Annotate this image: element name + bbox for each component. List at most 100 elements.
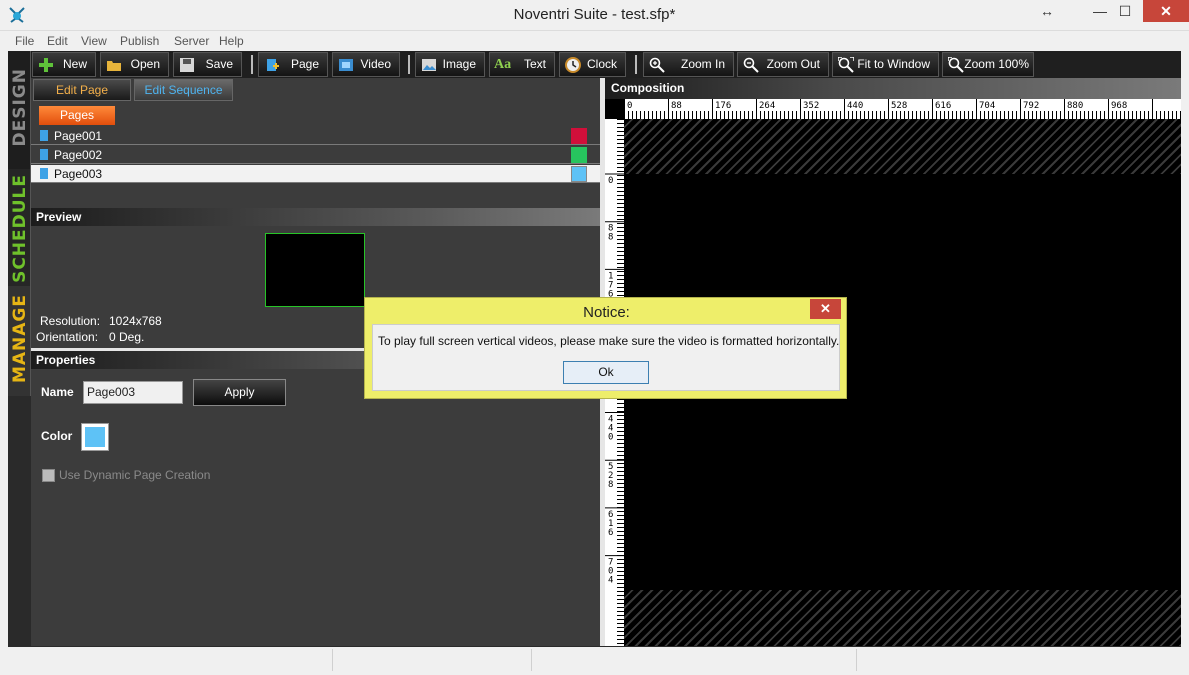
zoom-in-button[interactable]: Zoom In (643, 52, 734, 77)
page-row-page003[interactable]: Page003 (31, 165, 600, 183)
ruler-tick-label: 352 (803, 101, 819, 111)
page-name-input[interactable]: Page003 (83, 381, 183, 404)
preview-thumbnail (265, 233, 365, 307)
page-color-swatch (571, 147, 587, 163)
page-doc-icon (40, 130, 48, 141)
tab-edit-page[interactable]: Edit Page (33, 79, 131, 101)
menu-view[interactable]: View (81, 34, 107, 48)
ruler-tick-label: 8 (608, 233, 613, 243)
resize-icon[interactable]: ↔ (1030, 0, 1064, 24)
status-segment (332, 649, 333, 671)
ruler-corner (605, 99, 624, 119)
fit-to-window-button[interactable]: Fit to Window (832, 52, 939, 77)
tab-edit-sequence[interactable]: Edit Sequence (134, 79, 233, 101)
dynamic-page-checkbox[interactable] (42, 469, 55, 482)
side-tabs: DESIGN SCHEDULE MANAGE (8, 51, 31, 396)
open-button[interactable]: Open (100, 52, 169, 77)
design-tab-label: DESIGN (10, 68, 30, 147)
add-page-icon (267, 59, 279, 71)
image-icon (422, 59, 436, 71)
ruler-tick-label: 176 (715, 101, 731, 111)
schedule-tab[interactable]: SCHEDULE (8, 169, 31, 286)
menu-publish[interactable]: Publish (120, 34, 159, 48)
manage-tab[interactable]: MANAGE (8, 286, 31, 396)
ruler-tick-label: 6 (608, 528, 613, 538)
page-name: Page001 (54, 129, 103, 143)
notice-dialog: Notice: ✕ To play full screen vertical v… (364, 297, 847, 399)
design-tab[interactable]: DESIGN (8, 51, 31, 169)
status-bar (0, 647, 1189, 675)
menu-file[interactable]: File (15, 34, 34, 48)
status-segment (531, 649, 532, 671)
pages-button[interactable]: Pages (39, 106, 115, 125)
preview-header: Preview (31, 208, 600, 226)
window-title: Noventri Suite - test.sfp* (513, 6, 676, 23)
ruler-tick-label: 0 (627, 101, 632, 111)
ruler-tick-label: 792 (1023, 101, 1039, 111)
clock-icon (565, 57, 581, 73)
save-button[interactable]: Save (173, 52, 242, 77)
new-button[interactable]: New (32, 52, 96, 77)
zoom-out-icon (743, 57, 759, 73)
zoom-100-button[interactable]: Zoom 100% (942, 52, 1034, 77)
toolbar-separator (408, 55, 410, 74)
menu-bar: File Edit View Publish Server Help (0, 31, 1189, 51)
toolbar-separator (251, 55, 253, 74)
orientation-value: 0 Deg. (109, 330, 145, 344)
color-picker-button[interactable] (81, 423, 109, 451)
image-button[interactable]: Image (415, 52, 485, 77)
fit-window-icon (838, 57, 854, 73)
horizontal-ruler: 0 88 176 264 352 440 528 616 704 792 880 968 (624, 99, 1181, 119)
page-list: Page001 Page002 Page003 (31, 127, 600, 185)
zoom-out-button[interactable]: Zoom Out (737, 52, 829, 77)
dialog-close-button[interactable]: ✕ (810, 299, 841, 319)
ruler-tick-label: 704 (979, 101, 995, 111)
offcanvas-hatch-top (624, 119, 1181, 174)
film-icon (339, 59, 353, 71)
ruler-tick-label: 528 (891, 101, 907, 111)
status-segment (856, 649, 857, 671)
clock-button[interactable]: Clock (559, 52, 626, 77)
composition-header: Composition (605, 78, 1181, 99)
page-button[interactable]: Page (258, 52, 328, 77)
ruler-tick-label: 440 (847, 101, 863, 111)
page-color-swatch (571, 166, 587, 182)
dynamic-page-label: Use Dynamic Page Creation (59, 468, 211, 482)
ruler-tick-label: 616 (935, 101, 951, 111)
text-button[interactable]: Aa Text (489, 52, 555, 77)
title-bar: Noventri Suite - test.sfp* ↔ — ☐ ✕ (0, 0, 1189, 31)
orientation-label: Orientation: (36, 330, 99, 344)
close-window-button[interactable]: ✕ (1143, 0, 1189, 22)
page-row-page001[interactable]: Page001 (31, 127, 600, 145)
ruler-tick-label: 0 (608, 176, 613, 186)
color-label: Color (41, 429, 73, 443)
page-name: Page002 (54, 148, 103, 162)
menu-server[interactable]: Server (174, 34, 209, 48)
ruler-tick-label: 880 (1067, 101, 1083, 111)
folder-icon (107, 61, 121, 71)
maximize-button[interactable]: ☐ (1108, 0, 1142, 24)
page-row-page002[interactable]: Page002 (31, 146, 600, 164)
ok-button[interactable]: Ok (563, 361, 649, 384)
toolbar-separator (635, 55, 637, 74)
toolbar: New Open Save Page Video Image Aa Text C… (31, 51, 1181, 78)
name-label: Name (41, 385, 74, 399)
resolution-label: Resolution: (40, 314, 101, 328)
floppy-disk-icon (180, 58, 194, 72)
ruler-ticks: 0 88 176 264 352 440 528 616 704 792 880 968 (624, 99, 1181, 119)
resolution-value: 1024x768 (109, 314, 162, 328)
ruler-tick-label: 8 (608, 480, 613, 490)
menu-help[interactable]: Help (219, 34, 244, 48)
dialog-title: Notice: (583, 304, 630, 321)
menu-edit[interactable]: Edit (47, 34, 68, 48)
offcanvas-hatch-bottom (624, 590, 1181, 646)
apply-button[interactable]: Apply (193, 379, 286, 406)
zoom-in-icon (649, 57, 665, 73)
schedule-tab-label: SCHEDULE (10, 174, 30, 283)
page-doc-icon (40, 149, 48, 160)
ruler-tick-label: 0 (608, 433, 613, 443)
ruler-tick-label: 264 (759, 101, 775, 111)
page-name: Page003 (54, 167, 103, 181)
ruler-tick-label: 88 (671, 101, 682, 111)
video-button[interactable]: Video (332, 52, 400, 77)
